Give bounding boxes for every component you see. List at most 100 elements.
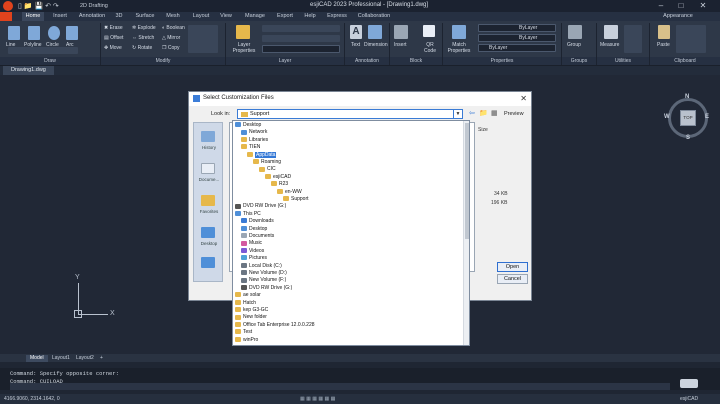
dimension-button[interactable]: Dimension: [364, 42, 388, 48]
places-desktop[interactable]: Desktop: [196, 241, 222, 246]
tab-layout[interactable]: Layout: [188, 12, 214, 21]
tab-help[interactable]: Help: [300, 12, 320, 21]
copy-button[interactable]: ❐ Copy: [162, 45, 180, 51]
boolean-button[interactable]: ◐ Boolean: [162, 25, 185, 31]
cancel-button[interactable]: Cancel: [497, 274, 528, 284]
folder-tree-item[interactable]: This PC: [235, 211, 261, 218]
folder-tree-item[interactable]: winPro: [235, 337, 258, 344]
insert-block-icon[interactable]: [394, 25, 408, 39]
viewcube[interactable]: TOP N S E W: [664, 94, 712, 142]
app-logo-icon[interactable]: [3, 1, 13, 11]
folder-tree-item[interactable]: Music: [241, 240, 262, 247]
views-icon[interactable]: ▦: [491, 109, 498, 117]
tab-express[interactable]: Express: [324, 12, 350, 21]
folder-tree-item[interactable]: TIEN: [241, 144, 260, 151]
scrollbar-thumb[interactable]: [465, 123, 469, 239]
linetype-dropdown[interactable]: ByLayer: [478, 34, 556, 42]
tab-export[interactable]: Export: [272, 12, 298, 21]
folder-tree-item[interactable]: Documents: [241, 233, 274, 240]
lineweight-dropdown[interactable]: ByLayer: [478, 44, 556, 52]
clipboard-tools[interactable]: [676, 25, 706, 53]
desktop-icon[interactable]: [201, 227, 215, 238]
look-in-dropdown-list[interactable]: Desktop Network Libraries TIEN AppData Roamin…: [232, 120, 470, 346]
folder-tree-item[interactable]: Test: [235, 329, 252, 336]
add-layout-button[interactable]: +: [96, 355, 107, 362]
tab-surface[interactable]: Surface: [132, 12, 158, 21]
places-favorites[interactable]: Favorites: [196, 209, 222, 214]
documents-icon[interactable]: [201, 163, 215, 174]
color-dropdown[interactable]: ByLayer: [478, 24, 556, 32]
layer-dropdown[interactable]: [262, 45, 340, 53]
insert-button[interactable]: Insert: [394, 42, 407, 48]
quick-access-icons[interactable]: ▯ 📁 💾 ↶ ↷: [18, 2, 59, 10]
folder-tree-item[interactable]: Hatch: [235, 300, 256, 307]
layer-properties-button[interactable]: Layer Properties: [231, 42, 257, 54]
dropdown-scrollbar[interactable]: [463, 121, 469, 345]
text-button[interactable]: Text: [351, 42, 360, 48]
compass-east[interactable]: E: [705, 114, 709, 120]
qr-code-icon[interactable]: [423, 25, 435, 37]
mirror-button[interactable]: △ Mirror: [162, 35, 180, 41]
tab-collaboration[interactable]: Collaboration: [354, 12, 394, 21]
compass-south[interactable]: S: [686, 135, 690, 141]
folder-tree-item[interactable]: esjiCAD: [265, 174, 291, 181]
application-menu-button[interactable]: [0, 12, 12, 21]
compass-north[interactable]: N: [685, 94, 689, 100]
viewcube-top-face[interactable]: TOP: [680, 110, 696, 126]
places-history[interactable]: History: [196, 145, 222, 150]
folder-tree-item[interactable]: CIC: [259, 166, 276, 173]
folder-tree-item[interactable]: New Volume (D:): [241, 270, 287, 277]
polyline-icon[interactable]: [28, 26, 40, 40]
tab-annotation[interactable]: Annotation: [76, 12, 108, 21]
appearance-menu[interactable]: Appearance: [660, 12, 696, 21]
folder-tree-item[interactable]: AppData: [247, 151, 277, 159]
tab-layout2[interactable]: Layout2: [72, 355, 98, 362]
folder-tree-item[interactable]: Desktop: [235, 122, 261, 129]
tab-model[interactable]: Model: [26, 355, 48, 362]
tab-view[interactable]: View: [216, 12, 236, 21]
paste-button[interactable]: Paste: [657, 42, 670, 48]
line-icon[interactable]: [8, 26, 20, 40]
offset-button[interactable]: ▤ Offset: [104, 35, 123, 41]
folder-tree-item[interactable]: Desktop: [241, 226, 267, 233]
layer-tools-row[interactable]: [262, 25, 340, 32]
computer-icon[interactable]: [201, 257, 215, 268]
compass-west[interactable]: W: [664, 114, 670, 120]
folder-tree-item[interactable]: kep G3-GC: [235, 307, 268, 314]
layer-properties-icon[interactable]: [236, 25, 250, 39]
maximize-icon[interactable]: □: [672, 0, 690, 12]
arc-icon[interactable]: [66, 26, 78, 40]
up-folder-icon[interactable]: 📁: [479, 109, 488, 117]
folder-tree-item[interactable]: Support: [283, 196, 309, 203]
folder-tree-item[interactable]: DVD RW Drive (G:): [241, 285, 292, 292]
layer-tools-row[interactable]: [262, 35, 340, 42]
rotate-button[interactable]: ↻ Rotate: [132, 45, 152, 51]
folder-tree-item[interactable]: Videos: [241, 248, 264, 255]
document-tab[interactable]: Drawing1.dwg: [3, 66, 54, 75]
tab-manage[interactable]: Manage: [240, 12, 270, 21]
close-icon[interactable]: ✕: [694, 0, 712, 12]
minimize-icon[interactable]: –: [652, 0, 670, 12]
erase-button[interactable]: ✖ Erase: [104, 25, 123, 31]
draw-tools-row[interactable]: [8, 47, 78, 54]
tab-insert[interactable]: Insert: [48, 12, 72, 21]
preview-toggle[interactable]: Preview: [504, 111, 524, 117]
look-in-dropdown[interactable]: Support ▼: [237, 109, 463, 119]
circle-icon[interactable]: [48, 26, 60, 40]
folder-tree-item[interactable]: New Volume (F:): [241, 277, 286, 284]
text-icon[interactable]: A: [350, 25, 362, 39]
folder-tree-item[interactable]: DVD RW Drive (G:): [235, 203, 286, 210]
folder-tree-item[interactable]: Roaming: [253, 159, 281, 166]
move-button[interactable]: ✥ Move: [104, 45, 122, 51]
places-documents[interactable]: Docume...: [196, 177, 222, 182]
size-column-header[interactable]: Size: [478, 127, 488, 133]
measure-button[interactable]: Measure: [600, 42, 619, 48]
folder-tree-item[interactable]: Downloads: [241, 218, 274, 225]
folder-tree-item[interactable]: Local Disk (C:): [241, 263, 282, 270]
stretch-button[interactable]: ⇔ Stretch: [132, 35, 154, 41]
folder-tree-item[interactable]: Network: [241, 129, 267, 136]
status-toggles[interactable]: ▦ ▦ ▦ ▦ ▦ ▦: [300, 396, 335, 402]
folder-tree-item[interactable]: ae solar: [235, 292, 261, 299]
qr-code-button[interactable]: QR Code: [420, 42, 440, 54]
explode-button[interactable]: ✲ Explode: [132, 25, 156, 31]
